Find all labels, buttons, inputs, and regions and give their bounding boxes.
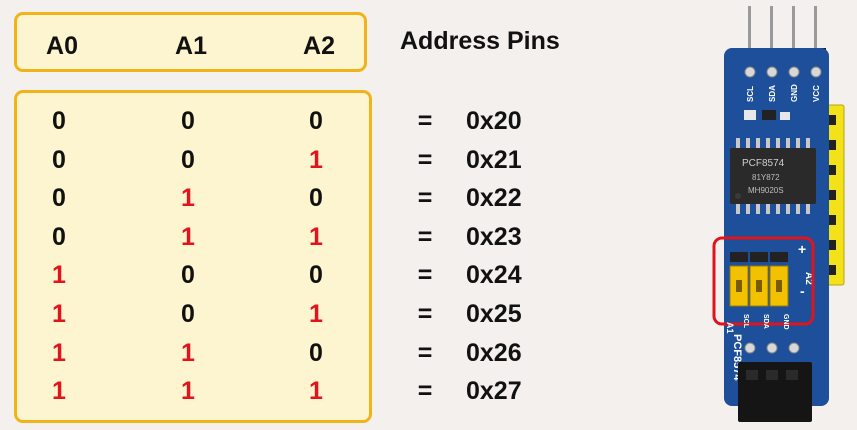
pin-label-sda: SDA bbox=[768, 85, 777, 102]
table-row: 1 0 1 = 0x25 bbox=[0, 296, 560, 332]
bit-a0: 0 bbox=[52, 107, 66, 135]
equals-sign: = bbox=[417, 107, 433, 135]
i2c-address: 0x22 bbox=[466, 184, 522, 213]
table-row: 0 0 1 = 0x21 bbox=[0, 142, 560, 178]
bit-a0: 0 bbox=[52, 222, 66, 251]
bit-a0: 1 bbox=[52, 300, 66, 328]
bit-a2: 0 bbox=[309, 184, 323, 213]
equals-sign: = bbox=[417, 377, 433, 406]
header-a2: A2 bbox=[303, 32, 335, 60]
table-row: 1 0 0 = 0x24 bbox=[0, 257, 560, 293]
side-label-a1: A1 bbox=[725, 322, 735, 334]
bit-a1: 1 bbox=[181, 184, 195, 213]
bit-a0: 1 bbox=[52, 377, 66, 406]
equals-sign: = bbox=[417, 338, 433, 367]
pin-label-vcc: VCC bbox=[812, 85, 821, 102]
bit-a2: 1 bbox=[309, 145, 323, 174]
bit-a1: 0 bbox=[181, 107, 195, 135]
address-pins-title: Address Pins bbox=[400, 27, 560, 55]
table-row: 0 1 1 = 0x23 bbox=[0, 219, 560, 255]
bit-a2: 1 bbox=[309, 222, 323, 251]
bit-a0: 0 bbox=[52, 184, 66, 213]
bit-a1: 0 bbox=[181, 300, 195, 328]
plus-label: + bbox=[798, 241, 806, 257]
bit-a2: 1 bbox=[309, 377, 323, 406]
table-row: 0 0 0 = 0x20 bbox=[0, 103, 560, 139]
bit-a1: 1 bbox=[181, 222, 195, 251]
pin-label-gnd: GND bbox=[790, 84, 799, 102]
equals-sign: = bbox=[417, 222, 433, 251]
table-row: 1 1 1 = 0x27 bbox=[0, 373, 560, 409]
i2c-address: 0x24 bbox=[466, 261, 522, 290]
bit-a2: 1 bbox=[309, 300, 323, 328]
header-box: A0 A1 A2 bbox=[14, 12, 367, 72]
chip-label: PCF8574 bbox=[742, 158, 785, 169]
svg-text:SCL: SCL bbox=[742, 314, 749, 329]
equals-sign: = bbox=[417, 300, 433, 328]
i2c-address: 0x21 bbox=[466, 145, 522, 174]
svg-text:GND: GND bbox=[782, 314, 789, 330]
bit-a1: 0 bbox=[181, 261, 195, 290]
i2c-address: 0x25 bbox=[466, 300, 522, 328]
bit-a0: 1 bbox=[52, 261, 66, 290]
svg-text:SDA: SDA bbox=[762, 314, 769, 329]
equals-sign: = bbox=[417, 145, 433, 174]
bit-a0: 1 bbox=[52, 338, 66, 367]
i2c-address: 0x27 bbox=[466, 377, 522, 406]
equals-sign: = bbox=[417, 184, 433, 213]
i2c-address: 0x26 bbox=[466, 338, 522, 367]
minus-label: - bbox=[800, 283, 805, 299]
ic-chip: PCF8574 81Y872 MH9020S bbox=[730, 138, 816, 214]
bit-a1: 1 bbox=[181, 377, 195, 406]
chip-sub-label: 81Y872 bbox=[752, 173, 780, 182]
bit-a2: 0 bbox=[309, 107, 323, 135]
chip-code-label: MH9020S bbox=[748, 186, 784, 195]
i2c-address: 0x23 bbox=[466, 222, 522, 251]
table-row: 1 1 0 = 0x26 bbox=[0, 335, 560, 371]
header-a1: A1 bbox=[175, 32, 207, 60]
bit-a1: 0 bbox=[181, 145, 195, 174]
i2c-address: 0x20 bbox=[466, 107, 522, 135]
equals-sign: = bbox=[417, 261, 433, 290]
bit-a2: 0 bbox=[309, 261, 323, 290]
bit-a2: 0 bbox=[309, 338, 323, 367]
table-row: 0 1 0 = 0x22 bbox=[0, 180, 560, 216]
bit-a0: 0 bbox=[52, 145, 66, 174]
pcf8574-board: SCL SDA GND VCC PCF8574 81Y872 MH9020S +… bbox=[712, 6, 845, 422]
pin-label-scl: SCL bbox=[746, 86, 755, 102]
bit-a1: 1 bbox=[181, 338, 195, 367]
header-a0: A0 bbox=[46, 32, 78, 60]
